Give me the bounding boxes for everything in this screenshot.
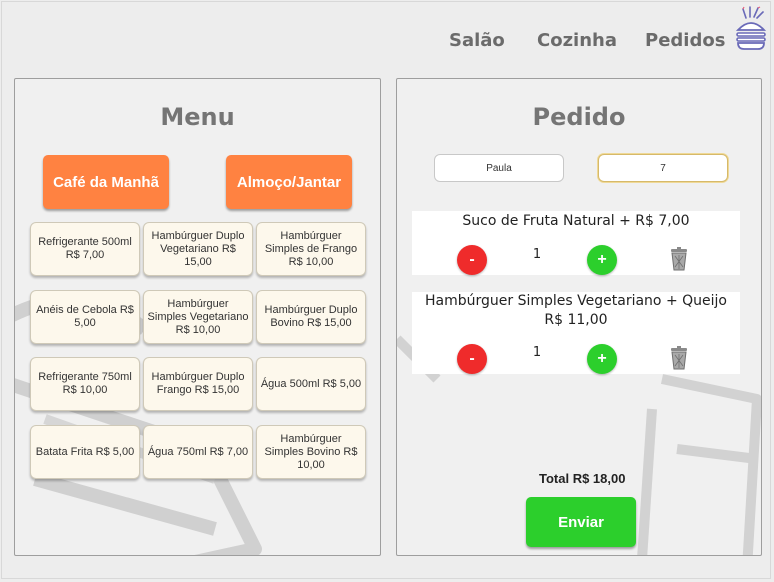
- product-item[interactable]: Anéis de Cebola R$ 5,00: [30, 290, 140, 344]
- category-breakfast-button[interactable]: Café da Manhã: [43, 155, 169, 209]
- product-item[interactable]: Hambúrguer Simples Vegetariano R$ 10,00: [143, 290, 253, 344]
- order-panel: Pedido Suco de Fruta Natural + R$ 7,00 -…: [396, 78, 762, 556]
- menu-panel: Menu Café da Manhã Almoço/Jantar Refrige…: [14, 78, 381, 556]
- product-item[interactable]: Batata Frita R$ 5,00: [30, 425, 140, 479]
- order-item-quantity: 1: [532, 345, 542, 360]
- send-order-button[interactable]: Enviar: [526, 497, 636, 547]
- product-item[interactable]: Hambúrguer Simples de Frango R$ 10,00: [256, 222, 366, 276]
- product-item[interactable]: Água 500ml R$ 5,00: [256, 357, 366, 411]
- order-item-name: Hambúrguer Simples Vegetariano + Queijo …: [425, 293, 727, 328]
- order-item-name: Suco de Fruta Natural + R$ 7,00: [462, 213, 690, 229]
- nav-cozinha[interactable]: Cozinha: [537, 30, 617, 51]
- order-item: Suco de Fruta Natural + R$ 7,00 - 1 +: [412, 211, 740, 275]
- decrease-quantity-button[interactable]: -: [457, 245, 487, 275]
- product-item[interactable]: Hambúrguer Duplo Frango R$ 15,00: [143, 357, 253, 411]
- client-name-input[interactable]: [434, 154, 564, 182]
- product-item[interactable]: Água 750ml R$ 7,00: [143, 425, 253, 479]
- increase-quantity-button[interactable]: +: [587, 344, 617, 374]
- order-item-quantity: 1: [532, 247, 542, 262]
- burger-logo-icon: [735, 6, 767, 50]
- product-item[interactable]: Hambúrguer Duplo Vegetariano R$ 15,00: [143, 222, 253, 276]
- nav-salao[interactable]: Salão: [449, 30, 505, 51]
- product-item[interactable]: Hambúrguer Simples Bovino R$ 10,00: [256, 425, 366, 479]
- decrease-quantity-button[interactable]: -: [457, 344, 487, 374]
- product-item[interactable]: Refrigerante 750ml R$ 10,00: [30, 357, 140, 411]
- increase-quantity-button[interactable]: +: [587, 245, 617, 275]
- trash-icon[interactable]: [668, 346, 690, 370]
- nav-pedidos[interactable]: Pedidos: [645, 30, 725, 51]
- menu-title: Menu: [160, 103, 235, 131]
- order-title: Pedido: [532, 103, 626, 131]
- order-item: Hambúrguer Simples Vegetariano + Queijo …: [412, 292, 740, 374]
- category-lunch-dinner-button[interactable]: Almoço/Jantar: [226, 155, 352, 209]
- table-number-input[interactable]: [598, 154, 728, 182]
- product-item[interactable]: Refrigerante 500ml R$ 7,00: [30, 222, 140, 276]
- order-total: Total R$ 18,00: [539, 471, 626, 486]
- trash-icon[interactable]: [668, 247, 690, 271]
- product-item[interactable]: Hambúrguer Duplo Bovino R$ 15,00: [256, 290, 366, 344]
